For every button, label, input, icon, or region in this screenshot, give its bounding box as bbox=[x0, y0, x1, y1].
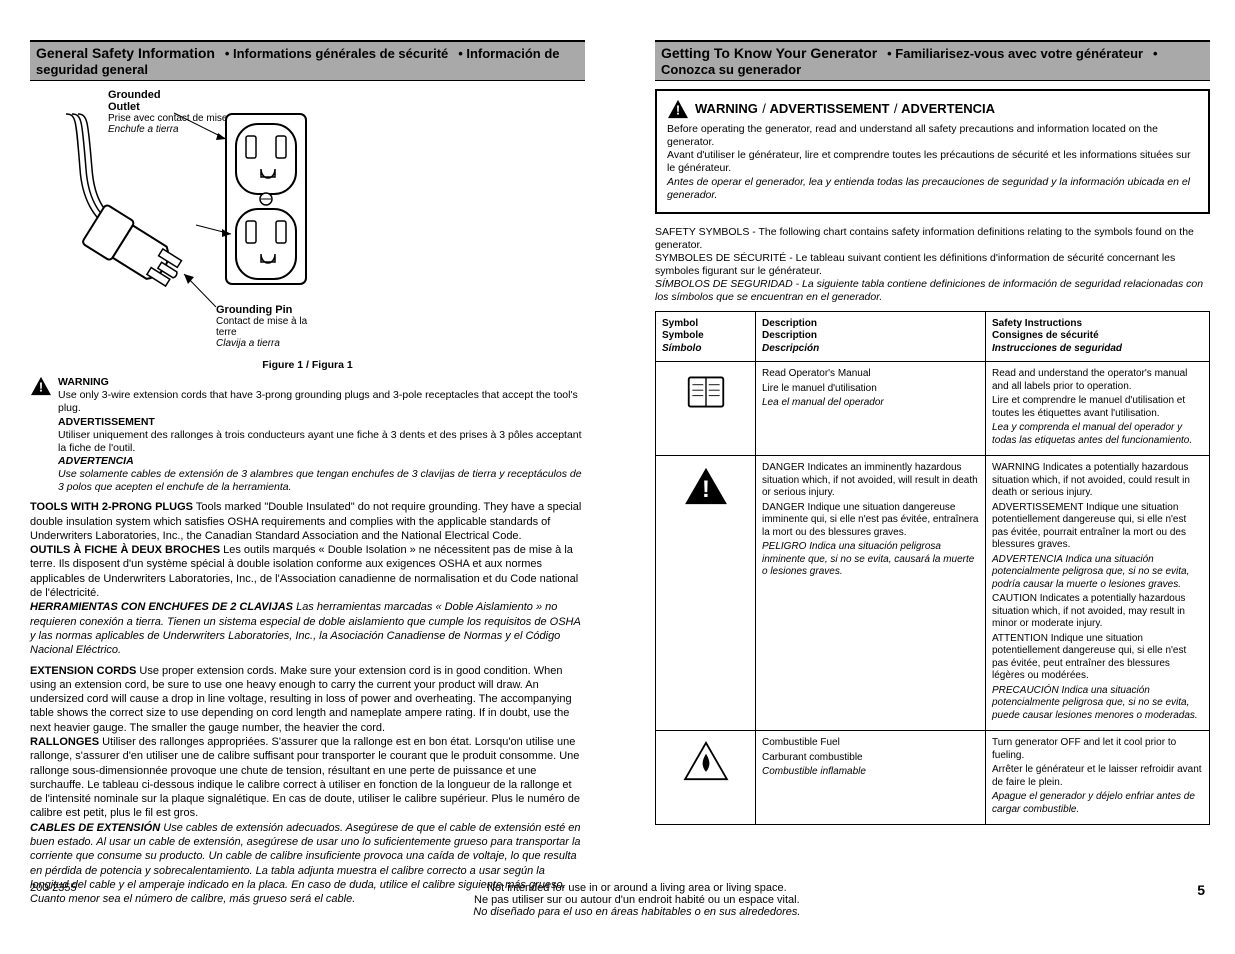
manual-icon bbox=[683, 372, 729, 412]
inst-cell: Read and understand the operator's manua… bbox=[986, 362, 1210, 456]
table-intro: SAFETY SYMBOLS - The following chart con… bbox=[655, 226, 1210, 305]
symbol-danger-cell: ! bbox=[656, 456, 756, 731]
footer: 200-2355 Not intended for use in or arou… bbox=[0, 882, 1235, 918]
two-prong-para: TOOLS WITH 2-PRONG PLUGS Tools marked "D… bbox=[30, 500, 585, 657]
danger-icon: ! bbox=[683, 466, 729, 506]
th-description: Description Description Descripción bbox=[756, 311, 986, 362]
safety-symbol-table: Symbol Symbole Símbolo Description Descr… bbox=[655, 311, 1210, 826]
desc-cell: Read Operator's Manual Lire le manuel d'… bbox=[756, 362, 986, 456]
svg-text:!: ! bbox=[39, 380, 43, 395]
table-row: Combustible Fuel Carburant combustible C… bbox=[656, 731, 1210, 825]
warning-inline: ! WARNING Use only 3-wire extension cord… bbox=[30, 376, 585, 494]
warning-labels: WARNING / ADVERTISSEMENT / ADVERTENCIA bbox=[695, 100, 995, 118]
desc-cell: Combustible Fuel Carburant combustible C… bbox=[756, 731, 986, 825]
right-section-header: Getting To Know Your Generator • Familia… bbox=[655, 40, 1210, 81]
page-number: 5 bbox=[1197, 882, 1205, 918]
table-row: Read Operator's Manual Lire le manuel d'… bbox=[656, 362, 1210, 456]
warn-inline-text: WARNING Use only 3-wire extension cords … bbox=[58, 376, 585, 494]
warning-icon: ! bbox=[30, 376, 52, 396]
right-header-en: Getting To Know Your Generator bbox=[661, 45, 877, 61]
warning-body: Before operating the generator, read and… bbox=[667, 123, 1198, 202]
symbol-fuel-cell bbox=[656, 731, 756, 825]
warning-icon: ! bbox=[667, 99, 689, 119]
th-instructions: Safety Instructions Consignes de sécurit… bbox=[986, 311, 1210, 362]
svg-text:!: ! bbox=[702, 477, 710, 503]
desc-cell: DANGER Indicates an imminently hazardous… bbox=[756, 456, 986, 731]
left-header-en: General Safety Information bbox=[36, 45, 215, 61]
symbol-manual-cell bbox=[656, 362, 756, 456]
pin-fr: Contact de mise à la terre bbox=[216, 316, 326, 338]
svg-text:!: ! bbox=[676, 102, 680, 117]
table-row: ! DANGER Indicates an imminently hazardo… bbox=[656, 456, 1210, 731]
extension-cord-para: EXTENSION CORDS Use proper extension cor… bbox=[30, 664, 585, 907]
pin-label: Grounding Pin Contact de mise à la terre… bbox=[216, 304, 326, 349]
left-section-header: General Safety Information • Information… bbox=[30, 40, 585, 81]
pin-es: Clavija a tierra bbox=[216, 338, 326, 349]
left-column: General Safety Information • Information… bbox=[30, 40, 585, 913]
left-header-fr: • Informations générales de sécurité bbox=[225, 46, 448, 61]
right-header-fr: • Familiarisez-vous avec votre générateu… bbox=[887, 46, 1143, 61]
inst-cell: WARNING Indicates a potentially hazardou… bbox=[986, 456, 1210, 731]
inst-cell: Turn generator OFF and let it cool prior… bbox=[986, 731, 1210, 825]
footer-center: Not intended for use in or around a livi… bbox=[473, 882, 800, 918]
fuel-icon bbox=[683, 741, 729, 781]
th-symbol: Symbol Symbole Símbolo bbox=[656, 311, 756, 362]
figure-caption: Figure 1 / Figura 1 bbox=[30, 359, 585, 372]
pin-en: Grounding Pin bbox=[216, 304, 292, 316]
warning-box: ! WARNING / ADVERTISSEMENT / ADVERTENCIA… bbox=[655, 89, 1210, 214]
footer-left: 200-2355 bbox=[30, 882, 77, 918]
table-head-row: Symbol Symbole Símbolo Description Descr… bbox=[656, 311, 1210, 362]
grounding-figure: Grounded Outlet Prise avec contact de mi… bbox=[66, 89, 326, 349]
right-column: Getting To Know Your Generator • Familia… bbox=[655, 40, 1210, 913]
